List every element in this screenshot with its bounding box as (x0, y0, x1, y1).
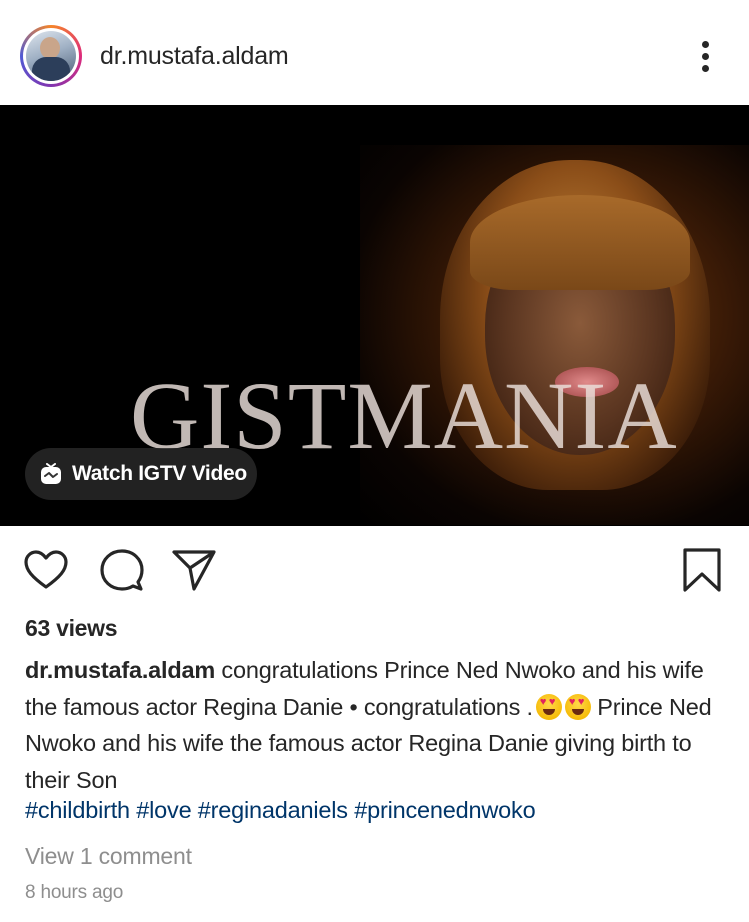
post-media-video[interactable]: GISTMANIA Watch IGTV Video (0, 105, 749, 526)
hashtag-link[interactable]: #reginadaniels (198, 797, 348, 823)
hashtag-link[interactable]: #princenednwoko (354, 797, 535, 823)
hashtag-list: #childbirth #love #reginadaniels #prince… (25, 797, 536, 824)
avatar[interactable] (26, 31, 76, 81)
action-bar (0, 526, 749, 606)
heart-eyes-emoji (564, 693, 591, 720)
igtv-label: Watch IGTV Video (72, 462, 247, 485)
view-count[interactable]: 63 views (25, 615, 118, 642)
send-icon[interactable] (170, 546, 218, 594)
view-comments-link[interactable]: View 1 comment (25, 843, 192, 870)
watch-igtv-button[interactable]: Watch IGTV Video (25, 448, 257, 500)
caption-username[interactable]: dr.mustafa.aldam (25, 657, 215, 683)
igtv-icon (40, 463, 62, 485)
hashtag-link[interactable]: #childbirth (25, 797, 130, 823)
heart-icon[interactable] (22, 546, 70, 594)
post-header: dr.mustafa.aldam (0, 0, 749, 105)
avatar-story-ring[interactable] (20, 25, 82, 87)
hashtag-link[interactable]: #love (136, 797, 191, 823)
header-username[interactable]: dr.mustafa.aldam (100, 42, 289, 71)
comment-icon[interactable] (98, 546, 146, 594)
more-vertical-icon[interactable] (694, 38, 716, 76)
bookmark-icon[interactable] (678, 546, 726, 594)
post-timestamp: 8 hours ago (25, 882, 124, 903)
post-caption: dr.mustafa.aldam congratulations Prince … (25, 652, 725, 798)
heart-eyes-emoji (535, 693, 562, 720)
